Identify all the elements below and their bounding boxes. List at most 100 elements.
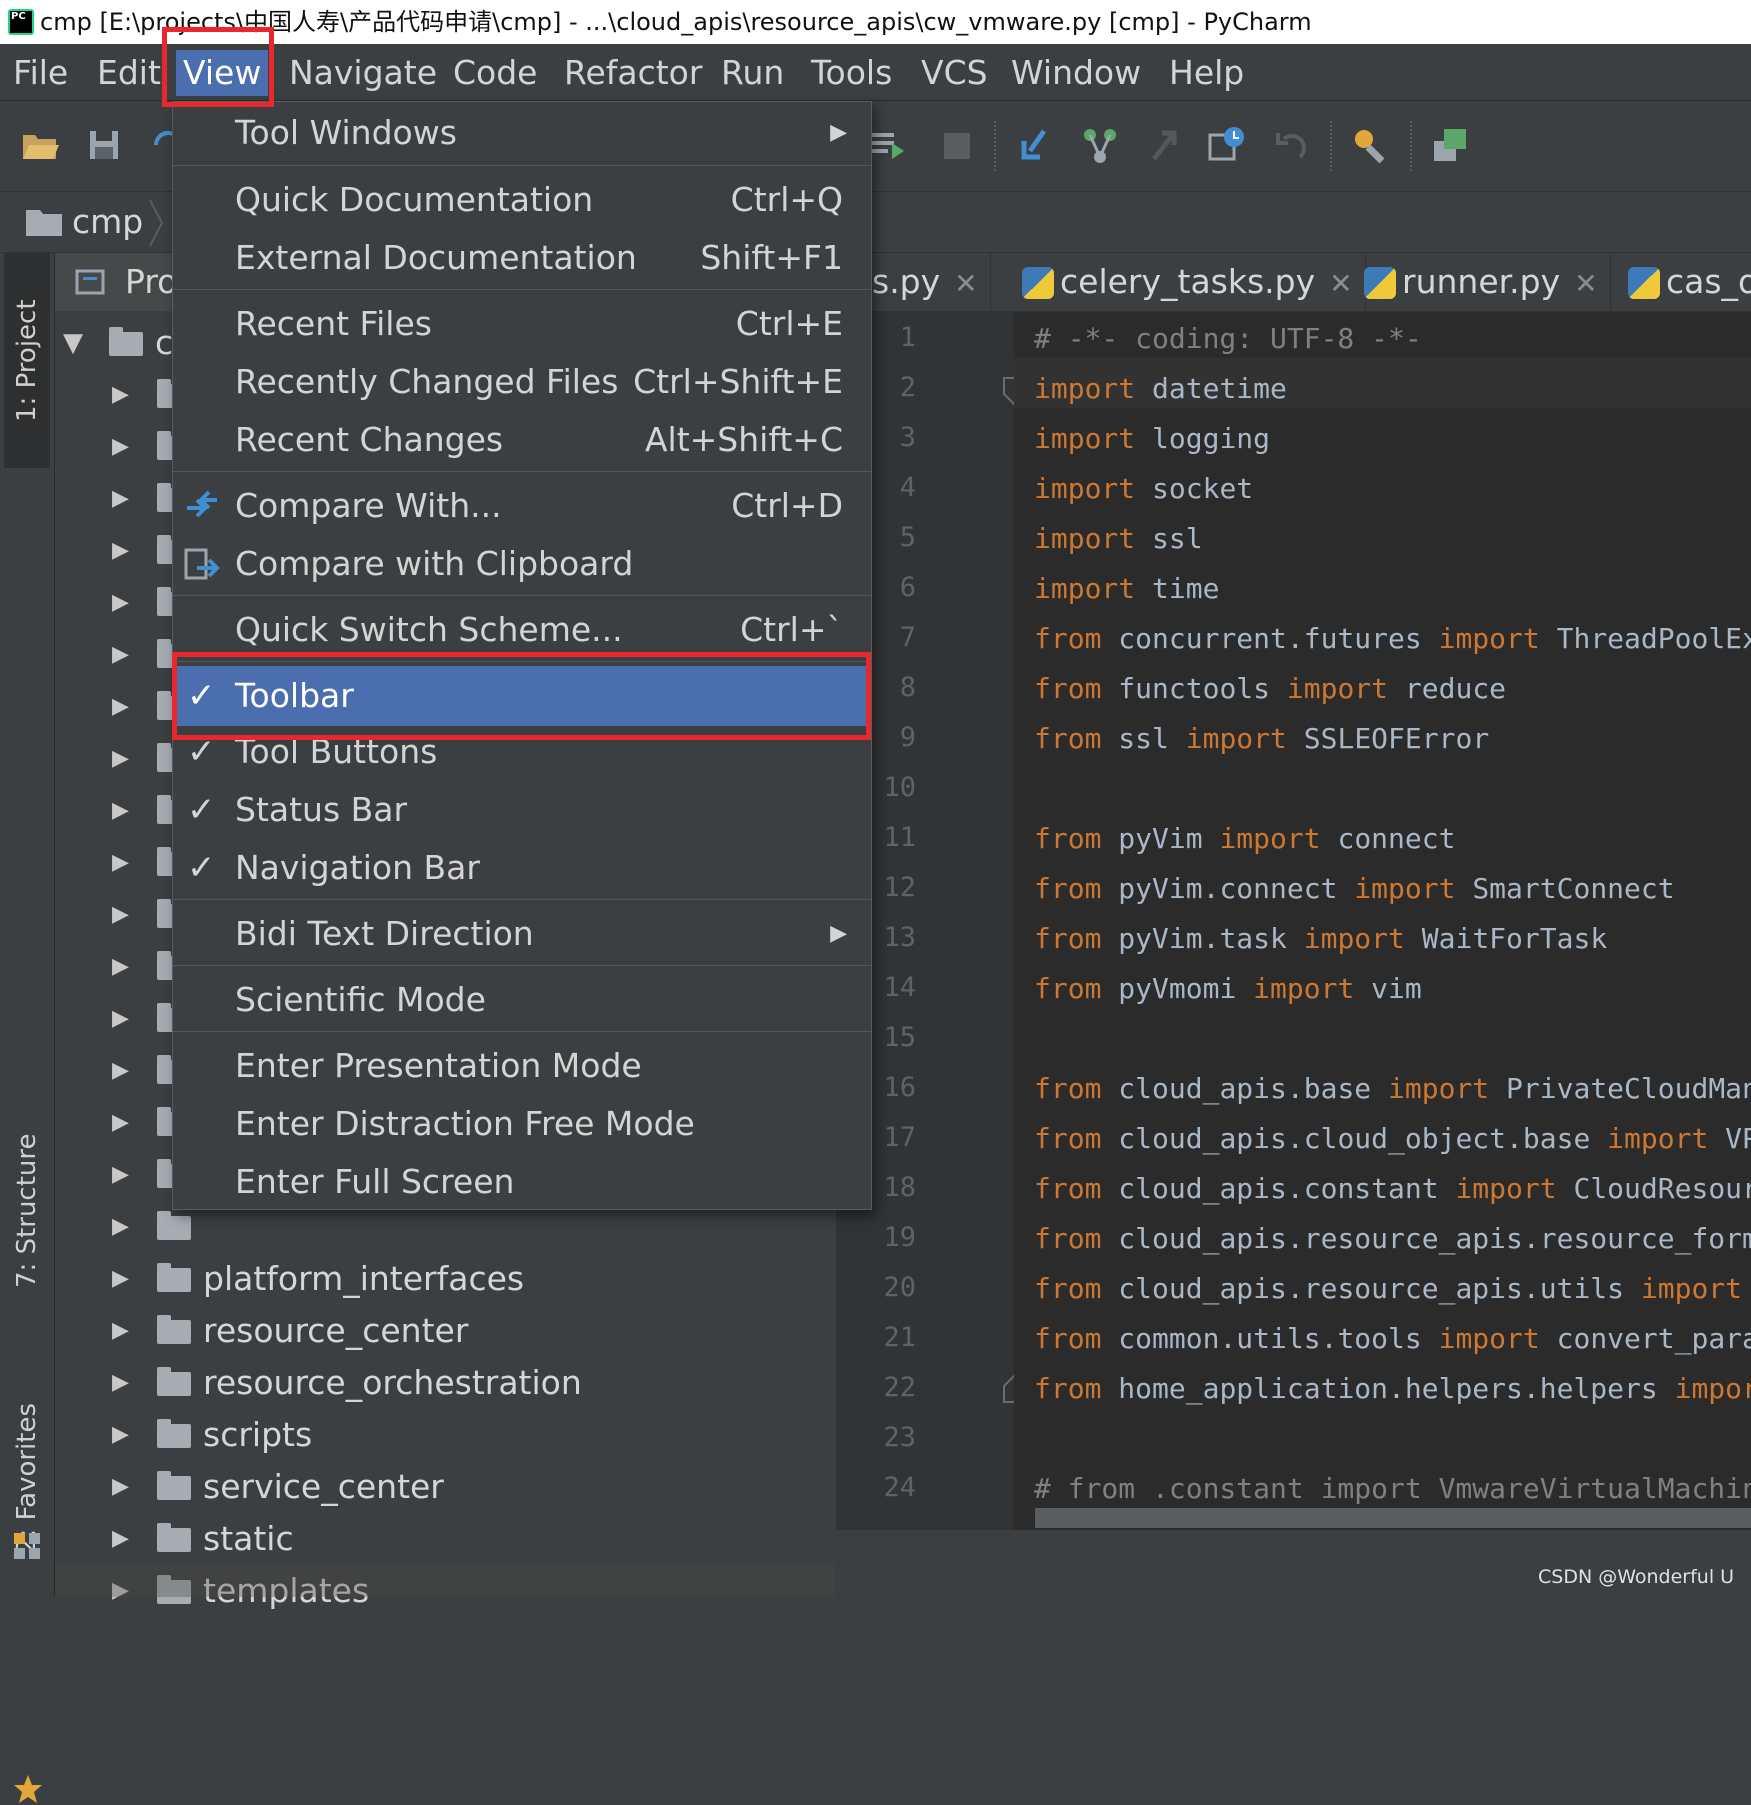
tool-tab-project[interactable]: 1: Project [4,253,50,468]
tree-row-platform-interfaces[interactable]: ▶ platform_interfaces [55,1253,835,1305]
run-coverage-icon[interactable] [868,125,908,165]
close-tab-icon[interactable]: ✕ [1574,267,1597,300]
tree-collapsed-icon[interactable]: ▶ [112,733,129,785]
tree-collapsed-icon[interactable]: ▶ [112,941,129,993]
menu-refactor[interactable]: Refactor [557,50,709,96]
tree-collapsed-icon[interactable]: ▶ [112,473,129,525]
tree-expanded-icon[interactable]: ▼ [63,317,83,369]
code-line: from home_application.helpers.helpers im… [1034,1372,1751,1405]
tree-collapsed-icon[interactable]: ▶ [112,1097,129,1149]
settings-wrench-icon[interactable] [1350,125,1390,165]
tree-collapsed-icon[interactable]: ▶ [112,1201,129,1253]
vcs-update-icon[interactable] [1016,125,1056,165]
tree-row-service-center[interactable]: ▶ service_center [55,1461,835,1513]
menu-item-compare-with-clipboard[interactable]: Compare with Clipboard [173,538,871,590]
tree-collapsed-icon[interactable]: ▶ [112,993,129,1045]
tree-row-static[interactable]: ▶ static [55,1513,835,1565]
menu-item-navigation-bar[interactable]: ✓ Navigation Bar [173,842,871,894]
tree-collapsed-icon[interactable]: ▶ [112,1513,129,1565]
vcs-commit-icon[interactable] [1080,125,1120,165]
python-file-icon [1628,267,1660,299]
tree-collapsed-icon[interactable]: ▶ [112,1149,129,1201]
menu-item-external-documentation[interactable]: External Documentation Shift+F1 [173,232,871,284]
code-line: import logging [1034,422,1271,455]
left-tool-stripe: 1: Project 7: Structure 2: Favorites [0,253,55,1803]
code-editor[interactable]: # -*- coding: UTF-8 -*- import datetime … [1014,312,1751,1530]
vcs-push-icon[interactable] [1144,125,1184,165]
tree-row-resource-orchestration[interactable]: ▶ resource_orchestration [55,1357,835,1409]
tree-collapsed-icon[interactable]: ▶ [112,629,129,681]
code-line: # from .constant import VmwareVirtualMac… [1034,1472,1751,1505]
horizontal-scrollbar[interactable] [1035,1508,1751,1528]
menu-window[interactable]: Window [1004,50,1148,96]
editor-tab[interactable]: s.py ✕ [872,253,991,311]
tree-collapsed-icon[interactable]: ▶ [112,1045,129,1097]
menu-code[interactable]: Code [446,50,544,96]
tree-collapsed-icon[interactable]: ▶ [112,525,129,577]
menu-item-presentation-mode[interactable]: Enter Presentation Mode [173,1040,871,1092]
menu-item-tool-windows[interactable]: Tool Windows ▶ [173,107,871,159]
menu-item-recently-changed-files[interactable]: Recently Changed Files Ctrl+Shift+E [173,356,871,408]
open-folder-icon[interactable] [20,125,60,165]
menu-vcs[interactable]: VCS [914,50,995,96]
favorites-star-icon [14,1775,42,1803]
folder-icon [157,1263,191,1292]
python-file-icon [1364,267,1396,299]
vcs-history-icon[interactable] [1206,125,1246,165]
menu-item-full-screen[interactable]: Enter Full Screen [173,1156,871,1208]
tree-collapsed-icon[interactable]: ▶ [112,889,129,941]
menu-tools[interactable]: Tools [804,50,899,96]
project-structure-icon[interactable] [1430,125,1470,165]
code-line: from common.utils.tools import convert_p… [1034,1322,1751,1355]
menu-item-tool-buttons[interactable]: ✓ Tool Buttons [173,726,871,778]
breadcrumb-project[interactable]: cmp [72,196,143,248]
revert-icon[interactable] [1270,125,1310,165]
code-line: from ssl import SSLEOFError [1034,722,1490,755]
menu-item-status-bar[interactable]: ✓ Status Bar [173,784,871,836]
menu-view[interactable]: View [176,50,269,96]
checkmark-icon: ✓ [187,848,216,888]
tree-collapsed-icon[interactable]: ▶ [112,1461,129,1513]
menu-bar: File Edit View Navigate Code Refactor Ru… [0,44,1751,101]
menu-edit[interactable]: Edit [90,50,168,96]
menu-item-quick-switch-scheme[interactable]: Quick Switch Scheme... Ctrl+` [173,604,871,656]
menu-item-recent-changes[interactable]: Recent Changes Alt+Shift+C [173,414,871,466]
menu-item-recent-files[interactable]: Recent Files Ctrl+E [173,298,871,350]
tree-collapsed-icon[interactable]: ▶ [112,785,129,837]
menu-item-quick-documentation[interactable]: Quick Documentation Ctrl+Q [173,174,871,226]
tree-row-resource-center[interactable]: ▶ resource_center [55,1305,835,1357]
tree-collapsed-icon[interactable]: ▶ [112,1357,129,1409]
project-panel-title[interactable]: Pro [125,253,177,311]
tree-collapsed-icon[interactable]: ▶ [112,681,129,733]
menu-help[interactable]: Help [1162,50,1251,96]
menu-item-toolbar[interactable]: ✓ Toolbar [173,666,871,726]
menu-file[interactable]: File [6,50,75,96]
tree-collapsed-icon[interactable]: ▶ [112,837,129,889]
stop-icon[interactable] [936,125,976,165]
project-view-icon [75,269,105,295]
menu-item-bidi-text-direction[interactable]: Bidi Text Direction ▶ [173,908,871,960]
tree-collapsed-icon[interactable]: ▶ [112,1409,129,1461]
tree-collapsed-icon[interactable]: ▶ [112,577,129,629]
tool-tab-structure[interactable]: 7: Structure [4,1103,50,1318]
editor-tab-cas-op[interactable]: cas_op [1612,253,1751,311]
editor-tab-runner[interactable]: runner.py ✕ [1348,253,1611,311]
menu-run[interactable]: Run [714,50,791,96]
submenu-arrow-icon: ▶ [830,120,847,145]
save-icon[interactable] [84,125,124,165]
menu-separator [173,289,871,290]
code-line: from pyVim.connect import SmartConnect [1034,872,1675,905]
menu-item-scientific-mode[interactable]: Scientific Mode [173,974,871,1026]
tree-collapsed-icon[interactable]: ▶ [112,421,129,473]
editor-tab-celery-tasks[interactable]: celery_tasks.py ✕ [1006,253,1366,311]
menu-navigate[interactable]: Navigate [282,50,444,96]
tree-collapsed-icon[interactable]: ▶ [112,1253,129,1305]
menu-item-distraction-free-mode[interactable]: Enter Distraction Free Mode [173,1098,871,1150]
menu-item-compare-with[interactable]: Compare With... Ctrl+D [173,480,871,532]
tree-collapsed-icon[interactable]: ▶ [112,369,129,421]
editor-tabs: s.py✕ celery_tasks.py✕ runner.py✕ cas_op [836,253,1751,312]
tree-collapsed-icon[interactable]: ▶ [112,1305,129,1357]
tree-row-scripts[interactable]: ▶ scripts [55,1409,835,1461]
python-file-icon [1022,267,1054,299]
close-tab-icon[interactable]: ✕ [954,267,977,300]
